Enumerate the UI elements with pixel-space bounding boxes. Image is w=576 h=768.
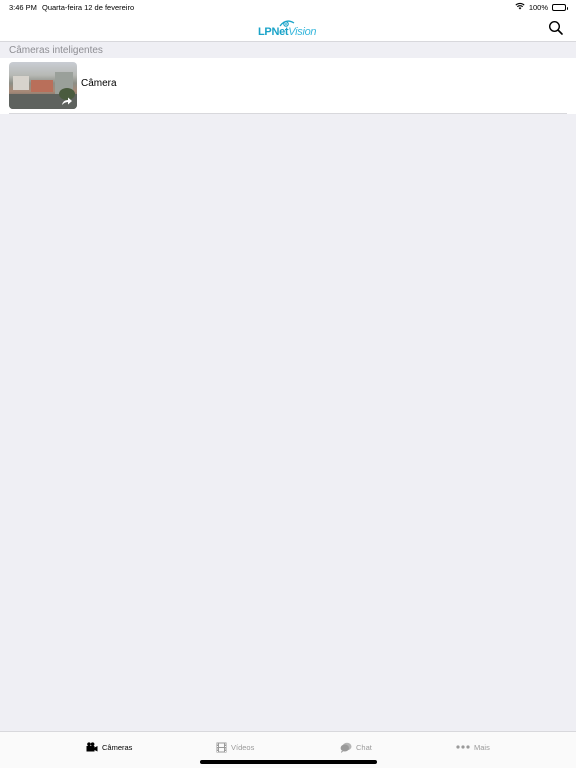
tab-chat[interactable]: Chat (340, 740, 372, 754)
tab-mais-label: Mais (474, 742, 490, 752)
status-date: Quarta-feira 12 de fevereiro (42, 3, 135, 12)
tab-videos-label: Vídeos (231, 742, 255, 752)
tab-videos[interactable]: Vídeos (216, 740, 254, 754)
camera-thumbnail[interactable] (9, 62, 77, 109)
tab-cameras-label: Câmeras (102, 742, 133, 752)
battery-icon (552, 3, 568, 11)
search-button[interactable] (548, 20, 564, 36)
home-indicator (200, 760, 377, 764)
navigation-bar: LPNetVision (0, 14, 576, 42)
tab-cameras[interactable]: Câmeras (86, 740, 132, 754)
tab-chat-label: Chat (356, 742, 372, 752)
app-logo: LPNetVision (256, 17, 320, 39)
search-icon (548, 20, 563, 35)
status-indicators: 100% (515, 2, 568, 12)
logo-vision: Vision (288, 26, 317, 38)
battery-percent: 100% (528, 2, 548, 12)
camera-name: Câmera (81, 78, 117, 89)
chat-icon (340, 742, 352, 753)
camera-list-item[interactable]: Câmera (0, 58, 576, 114)
status-bar: 3:46 PM Quarta-feira 12 de fevereiro 100… (0, 0, 576, 14)
more-icon (456, 745, 470, 749)
camera-icon (86, 742, 98, 752)
section-header: Câmeras inteligentes (9, 45, 103, 56)
status-time: 3:46 PM (9, 3, 37, 12)
wifi-icon (515, 2, 525, 12)
logo-lpnet: LPNet (258, 26, 289, 38)
film-icon (216, 742, 227, 752)
share-arrow-icon[interactable] (61, 96, 73, 106)
tab-mais[interactable]: Mais (456, 740, 490, 754)
